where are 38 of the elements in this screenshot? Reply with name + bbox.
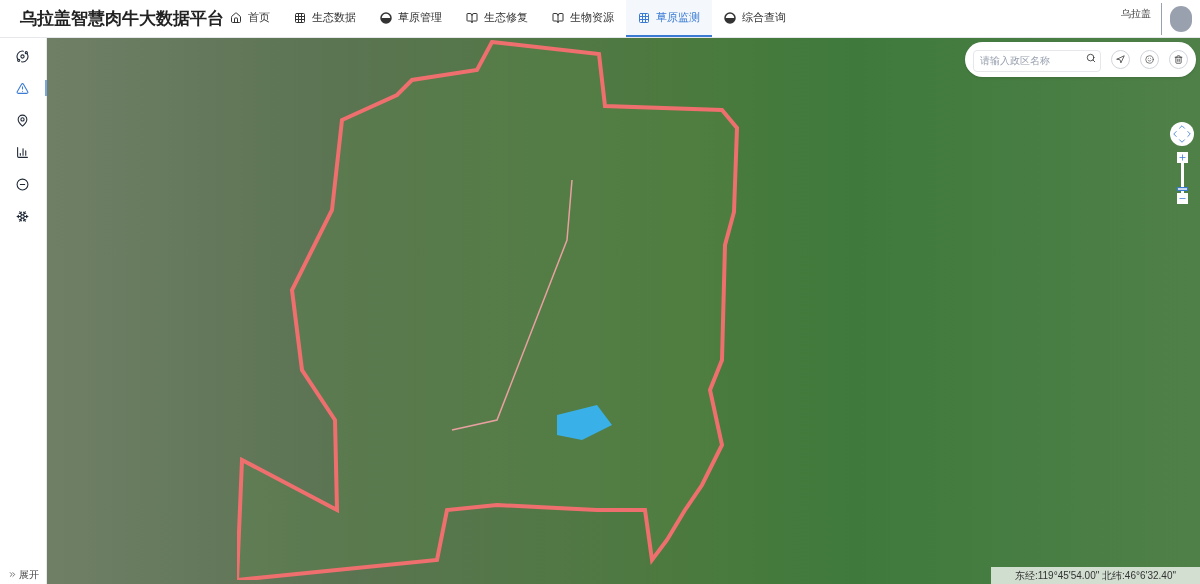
chevron-left-icon [1170,129,1180,139]
coordinates-readout: 东经:119°45'54.00" 北纬:46°6'32.40" [990,567,1200,584]
nav-tab[interactable]: 草原监测 [626,0,712,37]
avatar[interactable] [1170,5,1192,32]
double-chevron-icon [7,570,17,579]
nav-tab[interactable]: 综合查询 [712,0,798,37]
app-title: 乌拉盖智慧肉牛大数据平台 [20,7,224,30]
zoom-in-button[interactable] [1176,152,1188,163]
chevron-right-icon [1184,129,1194,139]
warning-icon [15,81,29,95]
minus-circle-icon [15,177,29,191]
map-pin-icon [15,113,29,127]
search-icon [1086,53,1096,63]
nav-tab[interactable]: 生态数据 [282,0,368,37]
trash-icon [1174,54,1183,64]
bar-chart-icon [15,145,29,159]
half-circle-icon [724,11,736,24]
home-icon [230,11,242,24]
grid-icon [294,11,306,24]
region-search-field[interactable]: 请输入政区名称 [973,49,1101,72]
book-icon [466,11,478,24]
grid-icon [638,11,650,24]
half-circle-icon [380,11,392,24]
nav-tab[interactable]: 草原管理 [368,0,454,37]
satellite-map[interactable]: 请输入政区名称 东经:119°45'54.00" 北纬:46°6'32.40" [47,38,1200,584]
pan-control[interactable] [1170,122,1194,146]
nav-tab[interactable]: 生态修复 [454,0,540,37]
snowflake-icon [15,209,29,223]
plus-icon [1177,153,1187,162]
zoom-out-button[interactable] [1176,193,1188,204]
navigation-arrow-icon [1116,54,1125,64]
chevron-up-icon [1177,122,1187,132]
nav-tab[interactable]: 生物资源 [540,0,626,37]
user-name: 乌拉盖 [1121,7,1152,21]
chevron-down-icon [1177,136,1187,146]
book-icon [552,11,564,24]
smiley-icon [1145,54,1154,64]
expand-button[interactable]: 展开 [7,567,39,582]
